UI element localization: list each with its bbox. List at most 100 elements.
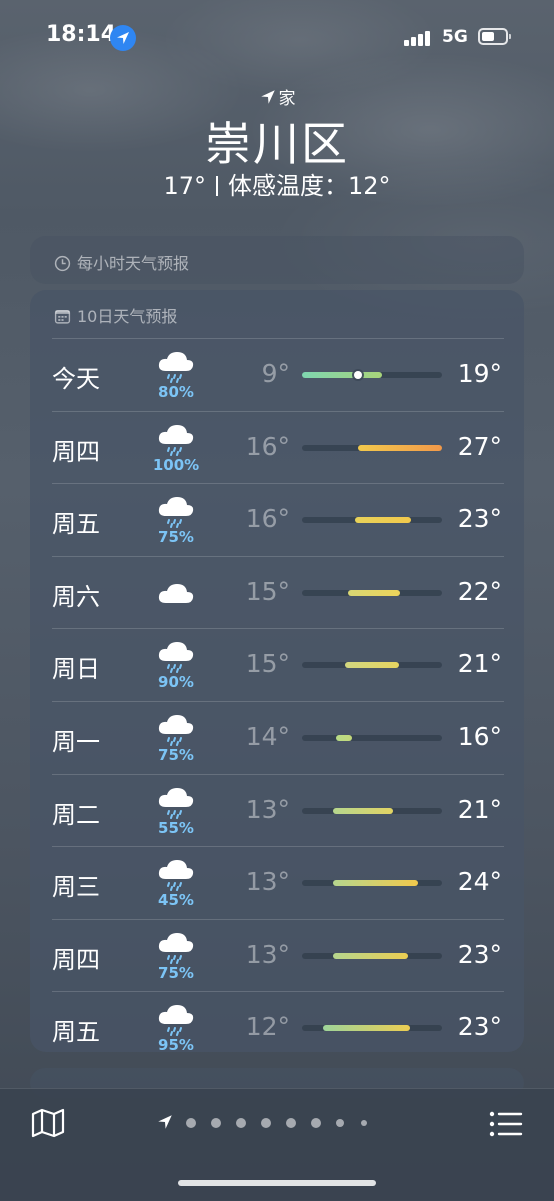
- temperature-range-bar: [335, 734, 353, 741]
- temperature-range-track: [302, 371, 442, 379]
- rain-cloud-icon: [156, 494, 196, 529]
- forecast-day: 周日: [52, 655, 100, 684]
- temperature-range-bar: [345, 662, 399, 669]
- forecast-row[interactable]: 今天 80% 9° 19°: [52, 338, 504, 411]
- precipitation-chance: 75%: [158, 528, 194, 547]
- forecast-day: 周三: [52, 873, 100, 902]
- temperature-range-bar: [332, 807, 393, 814]
- hourly-forecast-card[interactable]: 每小时天气预报: [30, 236, 524, 284]
- city-list-button[interactable]: [488, 1109, 524, 1139]
- rain-cloud-icon: [156, 712, 196, 746]
- cellular-signal-icon: [404, 30, 436, 46]
- page-dot[interactable]: [186, 1118, 196, 1128]
- rain-cloud-icon: [156, 639, 196, 674]
- temperature-range-track: [302, 589, 442, 596]
- current-conditions: 17° 体感温度：12°: [0, 166, 554, 201]
- forecast-row[interactable]: 周五 75% 16° 23°: [52, 483, 504, 556]
- temperature-range-bar: [302, 372, 382, 378]
- forecast-day: 周二: [52, 800, 100, 829]
- forecast-row[interactable]: 周日 90% 15° 21°: [52, 628, 504, 701]
- home-indicator: [178, 1180, 376, 1186]
- precipitation-chance: 75%: [158, 745, 194, 764]
- low-temp: 13°: [245, 867, 290, 897]
- low-temp: 16°: [245, 504, 290, 534]
- precipitation-chance: 95%: [158, 1036, 194, 1055]
- low-temp: 13°: [245, 794, 290, 824]
- status-bar: 18:14 5G: [0, 0, 554, 72]
- temperature-range-bar: [323, 1025, 410, 1032]
- high-temp: 21°: [457, 794, 502, 824]
- battery-icon: [478, 28, 511, 45]
- location-arrow-icon: [260, 90, 275, 104]
- temperature-range-track: [302, 517, 442, 524]
- temperature-range-bar: [348, 589, 400, 596]
- location-arrow-icon: [158, 1115, 172, 1129]
- forecast-row[interactable]: 周一 75% 14° 16°: [52, 700, 504, 774]
- cloud-icon: [156, 575, 196, 609]
- temperature-range-track: [302, 952, 442, 959]
- divider: [216, 176, 218, 196]
- forecast-day: 周五: [52, 510, 100, 539]
- temperature-range-track: [302, 807, 442, 814]
- precipitation-chance: 55%: [158, 818, 194, 837]
- temperature-range-bar: [355, 517, 412, 524]
- list-icon: [489, 1111, 523, 1137]
- temperature-range-track: [302, 662, 442, 669]
- feels-like: 体感温度：12°: [228, 172, 391, 200]
- high-temp: 23°: [457, 939, 502, 969]
- rain-cloud-icon: [156, 349, 196, 383]
- forecast-row[interactable]: 周三 45% 13° 24°: [52, 846, 504, 919]
- clock-icon: [54, 255, 71, 272]
- ten-day-forecast-title: 10日天气预报: [77, 307, 178, 326]
- high-temp: 21°: [457, 649, 502, 679]
- page-dot[interactable]: [311, 1118, 321, 1128]
- high-temp: 24°: [457, 867, 502, 897]
- page-dot[interactable]: [236, 1118, 246, 1128]
- high-temp: 23°: [457, 1012, 502, 1042]
- map-button[interactable]: [30, 1107, 66, 1139]
- high-temp: 19°: [457, 359, 502, 388]
- forecast-day: 周五: [52, 1018, 100, 1047]
- forecast-day: 今天: [52, 365, 100, 393]
- forecast-day: 周六: [52, 582, 100, 611]
- current-temp-marker: [354, 371, 362, 379]
- high-temp: 23°: [457, 504, 502, 534]
- forecast-row[interactable]: 周五 95% 12° 23°: [52, 991, 504, 1064]
- rain-cloud-icon: [156, 930, 196, 964]
- current-temp: 17°: [163, 172, 206, 200]
- temperature-range-track: [302, 444, 442, 451]
- page-dot[interactable]: [336, 1119, 344, 1127]
- low-temp: 15°: [245, 576, 290, 606]
- page-dot[interactable]: [361, 1120, 367, 1126]
- home-label: 家: [278, 89, 296, 109]
- forecast-rows: 今天 80% 9° 19° 周四 100% 16° 27° 周五 75% 16° 23° 周六 15° 22…: [52, 338, 504, 1064]
- map-icon: [31, 1108, 65, 1138]
- page-dot[interactable]: [286, 1118, 296, 1128]
- hourly-forecast-header: 每小时天气预报: [54, 250, 189, 274]
- precipitation-chance: 80%: [158, 383, 194, 401]
- low-temp: 13°: [245, 939, 290, 969]
- forecast-row[interactable]: 周四 100% 16° 27°: [52, 410, 504, 484]
- rain-cloud-icon: [156, 1002, 196, 1037]
- temperature-range-track: [302, 734, 442, 741]
- low-temp: 12°: [245, 1012, 290, 1042]
- forecast-row[interactable]: 周六 15° 22°: [52, 555, 504, 629]
- rain-cloud-icon: [156, 857, 196, 892]
- forecast-row[interactable]: 周二 55% 13° 21°: [52, 773, 504, 847]
- temperature-range-bar: [332, 952, 409, 959]
- hourly-forecast-title: 每小时天气预报: [77, 254, 190, 273]
- city-name: 崇川区: [205, 117, 349, 171]
- page-dot[interactable]: [261, 1118, 271, 1128]
- temperature-range-bar: [332, 880, 419, 887]
- ten-day-forecast-card[interactable]: 10日天气预报 今天 80% 9° 19° 周四 100% 16° 27° 周五 75% 16° 23…: [30, 290, 524, 1054]
- temperature-range-bar: [358, 444, 442, 451]
- rain-cloud-icon: [156, 785, 196, 819]
- forecast-row[interactable]: 周四 75% 13° 23°: [52, 918, 504, 992]
- precipitation-chance: 100%: [152, 455, 200, 474]
- home-location-label: 家: [0, 84, 554, 109]
- page-dot[interactable]: [211, 1118, 221, 1128]
- temperature-range-track: [302, 880, 442, 887]
- low-temp: 15°: [245, 649, 290, 679]
- location-services-icon: [110, 25, 136, 51]
- network-type: 5G: [442, 27, 468, 47]
